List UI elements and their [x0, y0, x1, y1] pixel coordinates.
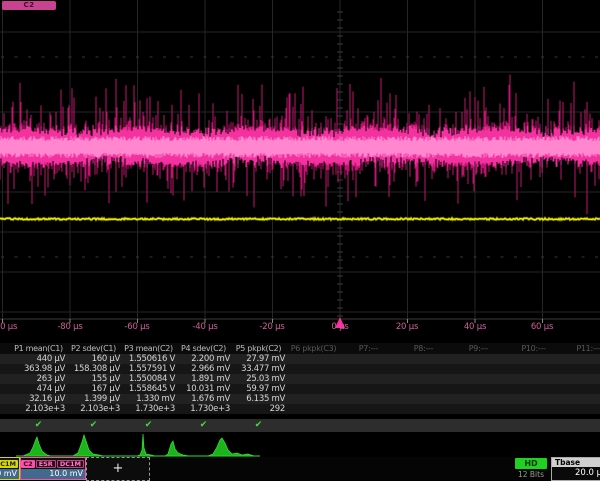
- measure-value: 363.98 µV: [12, 364, 65, 374]
- timebase-descriptor[interactable]: Tbase 20.0 µs/div: [551, 457, 600, 481]
- add-trace-button[interactable]: +: [86, 457, 150, 481]
- measure-header-p1[interactable]: P1 mean(C1): [12, 344, 65, 353]
- c1-coupling-chip: DC1M: [0, 460, 18, 468]
- measure-value: 2.103e+3: [67, 404, 120, 414]
- time-axis-label: -20 µs: [259, 322, 284, 332]
- histicon: [73, 435, 103, 456]
- measure-header-p9[interactable]: P9:---: [452, 344, 505, 353]
- time-axis-label: 0 µs: [331, 322, 348, 332]
- measure-value: 263 µV: [12, 374, 65, 384]
- measure-value: 1.550084 V: [122, 374, 175, 384]
- descriptor-bar: DC1M 10.0 mV C2 ESR DC1M 10.0 mV + HD 12…: [0, 457, 600, 480]
- measure-header-p11[interactable]: P11:---: [562, 344, 600, 353]
- measure-row: 2.103e+32.103e+31.730e+31.730e+3292: [0, 404, 600, 414]
- measure-header-p6[interactable]: P6 pkpk(C3): [287, 344, 340, 353]
- measure-value: 167 µV: [67, 384, 120, 394]
- c2-label-chip: C2: [21, 460, 34, 468]
- measure-value: 25.03 mV: [232, 374, 285, 384]
- measure-value: 1.550616 V: [122, 354, 175, 364]
- histicon: [165, 441, 189, 456]
- measure-value: 1.730e+3: [122, 404, 175, 414]
- time-axis-label: 60 µs: [531, 322, 553, 332]
- measurement-table: P1 mean(C1)P2 sdev(C1)P3 mean(C2)P4 sdev…: [0, 343, 600, 414]
- measure-body: 440 µV160 µV1.550616 V2.200 mV27.97 mV36…: [0, 354, 600, 414]
- measure-row: 474 µV167 µV1.558645 V10.031 mV59.97 mV: [0, 384, 600, 394]
- measure-value: 10.031 mV: [177, 384, 230, 394]
- measure-status-check: ✔: [122, 420, 175, 431]
- hd-mode-badge[interactable]: HD: [515, 458, 547, 469]
- waveform-svg: [0, 0, 600, 343]
- time-axis: -100 µs -80 µs -60 µs -40 µs -20 µs 0 µs 20 µs…: [0, 322, 600, 334]
- measure-status-strip: ✔✔✔✔✔: [0, 419, 600, 432]
- measure-value: 160 µV: [67, 354, 120, 364]
- timebase-value: 20.0 µs/div: [552, 467, 600, 479]
- time-axis-label: -40 µs: [192, 322, 217, 332]
- trace-label-badge: C2: [2, 1, 56, 10]
- measure-value: 2.200 mV: [177, 354, 230, 364]
- timebase-title: Tbase: [552, 458, 600, 467]
- time-axis-label: 40 µs: [464, 322, 486, 332]
- measurement-histicons: [0, 433, 600, 459]
- measure-header-p8[interactable]: P8:---: [397, 344, 450, 353]
- measure-row: 363.98 µV158.308 µV1.557591 V2.966 mV33.…: [0, 364, 600, 374]
- measure-status-check: ✔: [67, 420, 120, 431]
- measure-value: 6.135 mV: [232, 394, 285, 404]
- measure-value: 158.308 µV: [67, 364, 120, 374]
- measure-value: 292: [232, 404, 285, 414]
- measure-value: 2.103e+3: [12, 404, 65, 414]
- c1-trace: [0, 218, 600, 220]
- oscilloscope-screen: { "trace_badge": { "label": "C2" }, "tim…: [0, 0, 600, 480]
- measure-value: 1.676 mV: [177, 394, 230, 404]
- time-axis-label: -100 µs: [0, 322, 17, 332]
- measure-value: 1.557591 V: [122, 364, 175, 374]
- measure-value: 33.477 mV: [232, 364, 285, 374]
- measure-row: 32.16 µV1.399 µV1.330 mV1.676 mV6.135 mV: [0, 394, 600, 404]
- measure-value: 27.97 mV: [232, 354, 285, 364]
- measure-value: 474 µV: [12, 384, 65, 394]
- channel-c2-descriptor[interactable]: C2 ESR DC1M 10.0 mV: [20, 457, 86, 480]
- histicon: [137, 434, 155, 456]
- measure-value: 1.330 mV: [122, 394, 175, 404]
- measure-value: 59.97 mV: [232, 384, 285, 394]
- measure-value: 2.966 mV: [177, 364, 230, 374]
- measure-status-check: ✔: [232, 420, 285, 431]
- time-axis-label: -80 µs: [57, 322, 82, 332]
- measure-value: 1.558645 V: [122, 384, 175, 394]
- measure-header-p7[interactable]: P7:---: [342, 344, 395, 353]
- c2-scale-value: 10.0 mV: [21, 469, 85, 479]
- measure-status-check: ✔: [12, 420, 65, 431]
- time-axis-label: 20 µs: [396, 322, 418, 332]
- measure-header-p2[interactable]: P2 sdev(C1): [67, 344, 120, 353]
- measure-header-row: P1 mean(C1)P2 sdev(C1)P3 mean(C2)P4 sdev…: [0, 343, 600, 354]
- measure-header-p10[interactable]: P10:---: [507, 344, 560, 353]
- c2-coupling-chip: DC1M: [57, 460, 84, 468]
- measure-value: 440 µV: [12, 354, 65, 364]
- waveform-plot-area[interactable]: C2 -100 µs -80 µs -60 µs -40 µs -20 µs 0 µs 20…: [0, 0, 600, 343]
- hd-bits-label: 12 Bits: [508, 470, 554, 479]
- measure-value: 1.891 mV: [177, 374, 230, 384]
- histicon: [208, 438, 254, 456]
- c2-esr-chip: ESR: [36, 460, 56, 468]
- measure-value: 1.730e+3: [177, 404, 230, 414]
- measure-row: 263 µV155 µV1.550084 V1.891 mV25.03 mV: [0, 374, 600, 384]
- histicon: [23, 437, 51, 456]
- measure-header-p3[interactable]: P3 mean(C2): [122, 344, 175, 353]
- measure-value: 32.16 µV: [12, 394, 65, 404]
- c1-scale-value: 10.0 mV: [0, 469, 19, 479]
- measure-header-p5[interactable]: P5 pkpk(C2): [232, 344, 285, 353]
- time-axis-label: -60 µs: [124, 322, 149, 332]
- measure-status-check: ✔: [177, 420, 230, 431]
- measure-header-p4[interactable]: P4 sdev(C2): [177, 344, 230, 353]
- measure-value: 1.399 µV: [67, 394, 120, 404]
- channel-c1-descriptor[interactable]: DC1M 10.0 mV: [0, 457, 20, 480]
- measure-value: 155 µV: [67, 374, 120, 384]
- measure-row: 440 µV160 µV1.550616 V2.200 mV27.97 mV: [0, 354, 600, 364]
